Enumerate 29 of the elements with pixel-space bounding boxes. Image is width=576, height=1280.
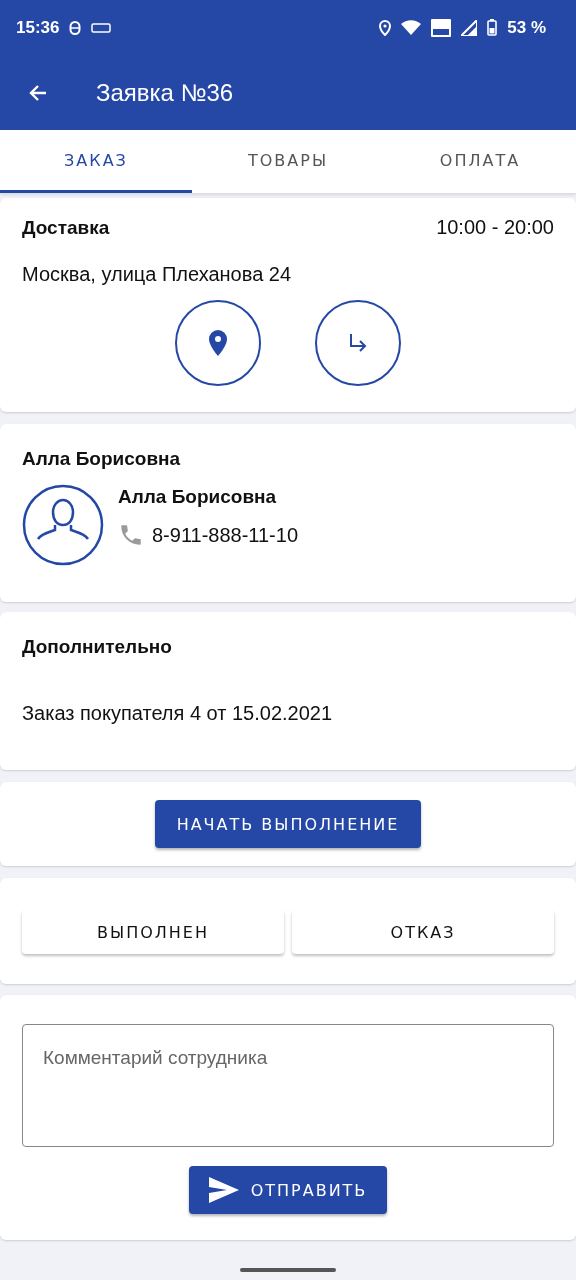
- tab[interactable]: ЗАКАЗ: [0, 130, 192, 193]
- signal-icon: [461, 19, 478, 36]
- map-pin-icon: [208, 330, 228, 356]
- delivery-time: 10:00 - 20:00: [436, 216, 554, 239]
- battery-percent: 53 %: [507, 17, 546, 38]
- avatar-icon: [22, 484, 104, 566]
- send-icon: [208, 1177, 239, 1203]
- section-title: Дополнительно: [22, 636, 173, 658]
- section-title: Доставка: [22, 216, 110, 239]
- phone-icon: [118, 522, 144, 548]
- wifi-icon: [401, 20, 422, 35]
- result-button[interactable]: ВЫПОЛНЕН: [22, 910, 284, 954]
- keyboard-icon: [91, 22, 112, 33]
- tab[interactable]: ТОВАРЫ: [192, 130, 384, 193]
- start-button[interactable]: НАЧАТЬ ВЫПОЛНЕНИЕ: [154, 800, 422, 848]
- tab[interactable]: ОПЛАТА: [384, 130, 576, 193]
- turn-right-arrow-icon: [347, 332, 369, 354]
- battery-icon: [487, 19, 498, 36]
- contact-name: Алла Борисовна: [118, 486, 278, 508]
- comment-field[interactable]: Комментарий сотрудника: [22, 1024, 554, 1147]
- screen-title: Заявка №36: [96, 78, 234, 107]
- order-reference: Заказ покупателя 4 от 15.02.2021: [22, 702, 334, 725]
- phone-number[interactable]: 8-911-888-11-10: [152, 523, 299, 547]
- delivery-address: Москва, улица Плеханова 24: [22, 263, 293, 286]
- section-title: Алла Борисовна: [22, 448, 182, 470]
- location-icon: [379, 19, 392, 36]
- result-button[interactable]: ОТКАЗ: [292, 910, 554, 954]
- send-button[interactable]: ОТПРАВИТЬ: [188, 1166, 388, 1214]
- status-time: 15:36: [16, 17, 60, 38]
